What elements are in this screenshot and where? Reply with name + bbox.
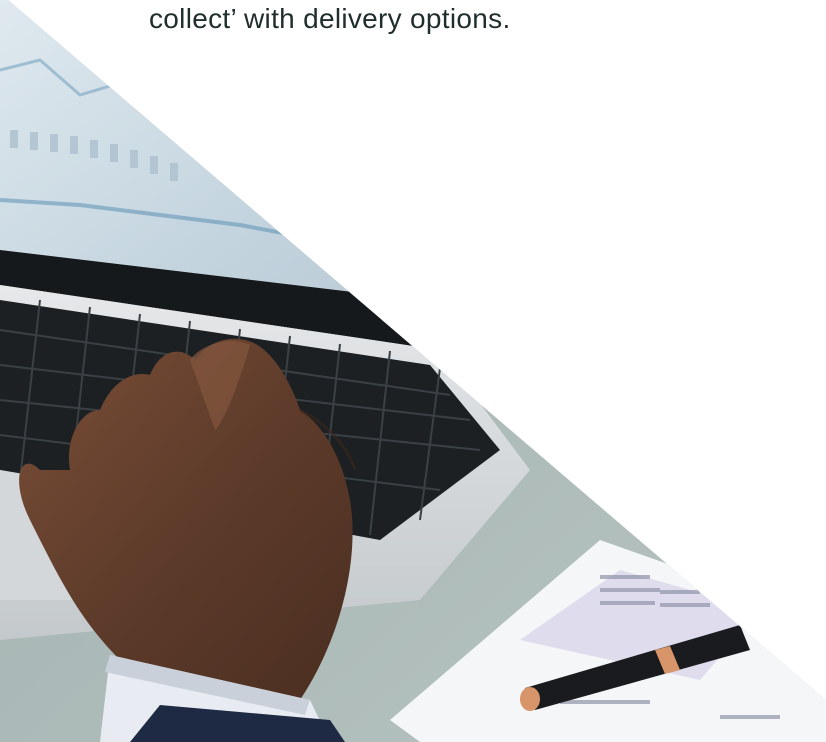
laptop-typing-photo xyxy=(0,0,826,742)
laptop-screen xyxy=(0,0,420,300)
caption-text: collect’ with delivery options. xyxy=(0,0,826,44)
caption-line: collect’ with delivery options. xyxy=(149,3,511,34)
page: collect’ with delivery options. xyxy=(0,0,826,742)
